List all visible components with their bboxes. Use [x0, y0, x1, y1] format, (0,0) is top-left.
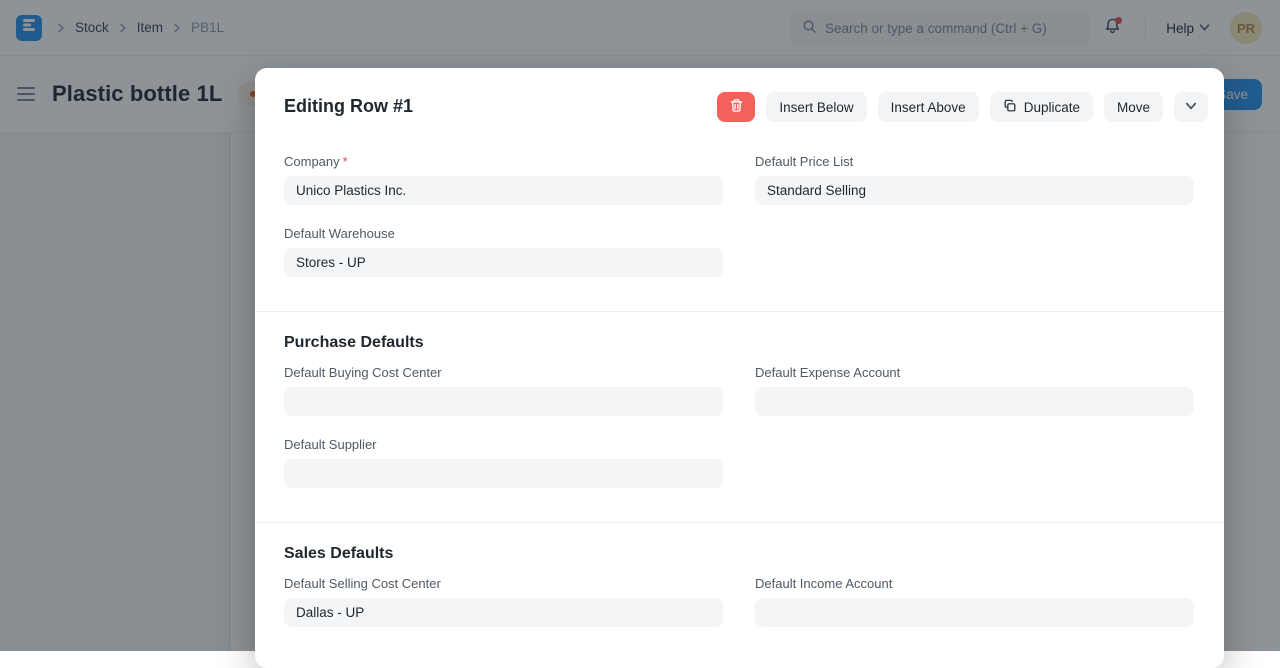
field-default-selling-cost-center: Default Selling Cost Center	[284, 576, 723, 627]
modal-header: Editing Row #1 Insert Below Insert Above	[255, 68, 1224, 132]
field-default-supplier: Default Supplier	[284, 437, 723, 488]
default-supplier-input[interactable]	[284, 459, 723, 488]
field-default-buying-cost-center: Default Buying Cost Center	[284, 365, 723, 416]
more-actions-button[interactable]	[1174, 92, 1208, 122]
modal-title: Editing Row #1	[284, 96, 414, 116]
duplicate-label: Duplicate	[1023, 99, 1080, 115]
required-asterisk: *	[342, 154, 348, 169]
trash-icon	[729, 98, 744, 116]
sales-defaults-section: Sales Defaults Default Selling Cost Cent…	[255, 523, 1224, 661]
sales-defaults-heading: Sales Defaults	[284, 545, 394, 562]
field-default-warehouse: Default Warehouse	[284, 226, 723, 277]
move-button[interactable]: Move	[1103, 92, 1163, 122]
default-buying-cost-center-label: Default Buying Cost Center	[284, 365, 442, 380]
company-label: Company	[284, 154, 340, 169]
default-price-list-input[interactable]	[755, 176, 1194, 205]
default-income-account-label: Default Income Account	[755, 576, 893, 591]
default-income-account-input[interactable]	[755, 598, 1194, 627]
default-expense-account-label: Default Expense Account	[755, 365, 901, 380]
company-input[interactable]	[284, 176, 723, 205]
purchase-defaults-heading: Purchase Defaults	[284, 334, 424, 351]
default-expense-account-input[interactable]	[755, 387, 1194, 416]
default-supplier-label: Default Supplier	[284, 437, 377, 452]
default-selling-cost-center-input[interactable]	[284, 598, 723, 627]
edit-row-modal: Editing Row #1 Insert Below Insert Above	[255, 68, 1224, 668]
defaults-section: Company* Default Price List Default Ware…	[255, 132, 1224, 311]
modal-toolbar: Insert Below Insert Above Duplicate Move	[717, 92, 1208, 122]
field-default-price-list: Default Price List	[755, 154, 1194, 205]
chevron-down-icon	[1185, 100, 1197, 115]
field-default-expense-account: Default Expense Account	[755, 365, 1194, 416]
default-selling-cost-center-label: Default Selling Cost Center	[284, 576, 441, 591]
purchase-defaults-section: Purchase Defaults Default Buying Cost Ce…	[255, 312, 1224, 522]
default-warehouse-label: Default Warehouse	[284, 226, 395, 241]
default-price-list-label: Default Price List	[755, 154, 854, 169]
insert-below-button[interactable]: Insert Below	[766, 92, 867, 122]
field-company: Company *	[284, 154, 723, 205]
default-buying-cost-center-input[interactable]	[284, 387, 723, 416]
insert-above-button[interactable]: Insert Above	[877, 92, 979, 122]
duplicate-icon	[1003, 99, 1017, 116]
default-warehouse-input[interactable]	[284, 248, 723, 277]
delete-row-button[interactable]	[717, 92, 756, 122]
field-default-income-account: Default Income Account	[755, 576, 1194, 627]
duplicate-button[interactable]: Duplicate	[989, 92, 1093, 122]
